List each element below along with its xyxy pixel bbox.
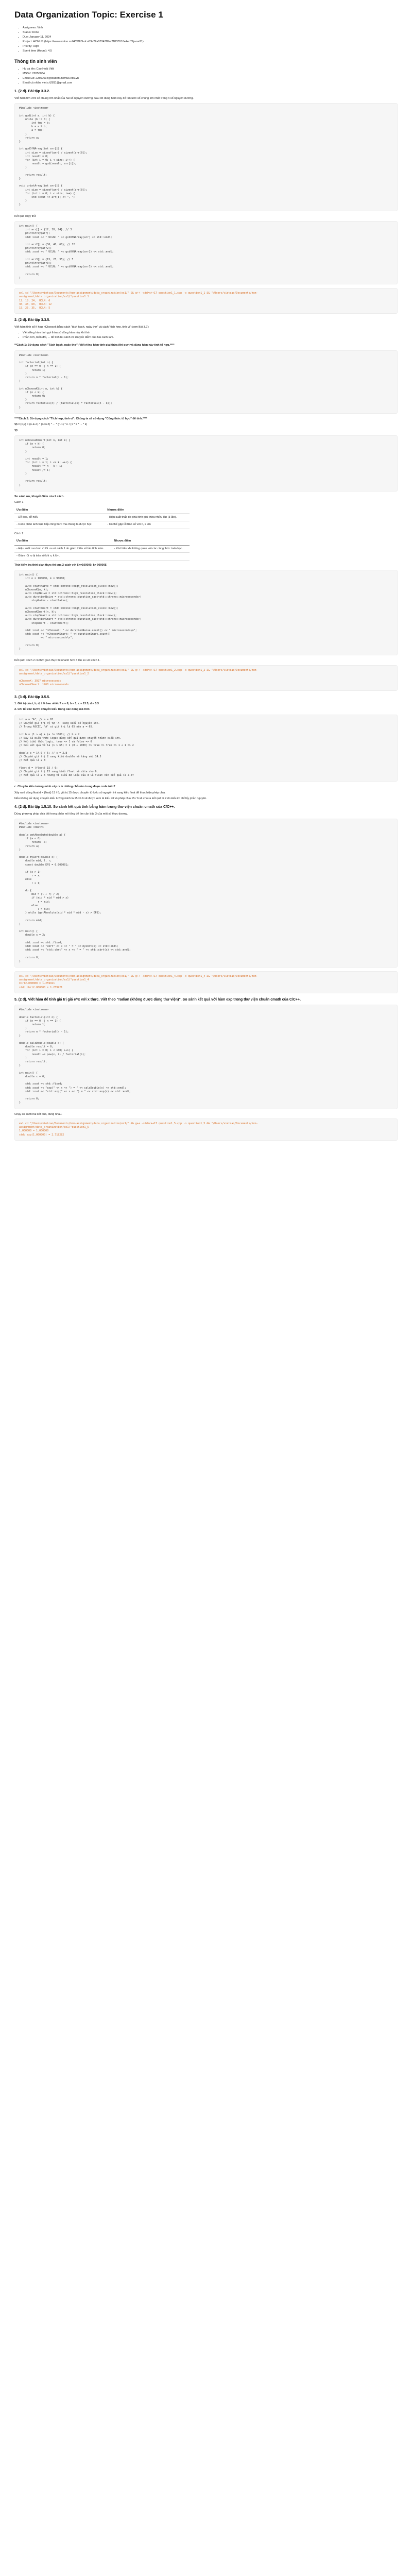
method-2-label: Cách 2 (14, 532, 24, 535)
comparison-table: Ưu điểm Nhược điểm - Hiệu suất cao hơn v… (14, 538, 190, 561)
student-item: Họ và tên: Cao Hoài Việt (23, 67, 398, 71)
code-block: #include <iostream> #include <cmath> dou… (14, 819, 398, 968)
bullet-item: Viết riêng hàm tính gọi thừa số dùng hàm… (23, 331, 398, 335)
section-2-bullets: Viết riêng hàm tính gọi thừa số dùng hàm… (14, 331, 398, 340)
compare-title: So sánh ưu, khuyết điểm của 2 cách. (14, 495, 64, 498)
table-cell: - Hiệu suất cao hơn vì tối ưu và cách 1 … (14, 545, 112, 553)
document: Data Organization Topic: Exercise 1 Assi… (0, 0, 412, 1153)
meta-item: Priority: High (23, 45, 398, 48)
terminal-output: ex1 cd "/Users/vietcao/Documents/hcm-ass… (14, 665, 398, 691)
student-item: Email Ed: 22850034@student.hcmus.edu.vn (23, 77, 398, 80)
student-list: Họ và tên: Cao Hoài Việt MSSV: 22850034 … (14, 67, 398, 85)
section-2-heading: 2. (2 đ). Bài tập 3.3.5. (14, 318, 50, 323)
table-cell: - Có thể gặp lỗi tràn số với n, k lớn (105, 521, 190, 529)
section-1-intro: Viết hàm tìm ước số chung lớn nhất của h… (14, 96, 194, 100)
table-row: - Giảm rủi ro bị tràn số khi n, k lớn. (14, 552, 190, 561)
code-block: int a = "A"; // a = 65 // Chuyển giá trị… (14, 714, 398, 782)
meta-list: Assignees: Vinh Status: Done Due: Januar… (14, 26, 398, 53)
result-note: Kết quả: Cách 2 có thời gian thực thi nh… (14, 659, 100, 663)
question-item: 2. Chỉ tất các bước chuyển kiểu trong cá… (14, 708, 90, 711)
terminal-output: ex1 cd "/Users/vietcao/Documents/hcm-ass… (14, 1118, 398, 1141)
table-cell: - Giảm rủi ro bị tràn số khi n, k lớn. (14, 552, 112, 561)
comparison-table: Ưu điểm Nhược điểm - Dễ đọc, dễ hiểu - H… (14, 506, 190, 529)
formula-end: $$ (14, 429, 18, 432)
table-row: - Dễ đọc, dễ hiểu - Hiệu suất thấp do ph… (14, 514, 190, 522)
question-item: 1. Giá trị của i, b, d, f là bao nhiêu? … (14, 702, 99, 706)
question-item: c. Chuyển kiểu tường minh xảy ra ở những… (14, 785, 115, 789)
result-label: Kết quả chạy thử (14, 214, 36, 218)
terminal-output: ex1 cd "/Users/vietcao/Documents/hcm-ass… (14, 288, 398, 314)
table-header: Nhược điểm (105, 506, 190, 514)
result-note: Chạy so sánh hai kết quả, dùng nhau. (14, 1112, 62, 1116)
page-title: Data Organization Topic: Exercise 1 (14, 10, 163, 20)
meta-item[interactable]: Project: HCMUS (https://www.notion.so/HC… (23, 40, 398, 44)
table-cell (112, 552, 190, 561)
section-2-intro: Viết hàm tính số fi hợp nChoosek bằng cá… (14, 325, 149, 329)
code-block: #include <iostream> int gcd(int a, int b… (14, 103, 398, 211)
section-4-heading: 4. (2 đ). Bài tập 1.5.10. So sánh kết qu… (14, 805, 175, 809)
table-cell: - Khó hiểu khi không quen với các công t… (112, 545, 190, 553)
table-cell: - Dễ đọc, dễ hiểu (14, 514, 106, 522)
student-heading: Thông tin sinh viên (14, 58, 57, 64)
student-item: Email cá nhân: viet.ch2811@gmail.com (23, 81, 398, 85)
code-block: #include <iostream> int factorial(int n)… (14, 350, 398, 414)
bullet-item: Phần tích, biến đổi, ... để tính bù sánh… (23, 336, 398, 340)
table-row: - Code phản ánh trực tiếp công thức mà c… (14, 521, 190, 529)
table-row: - Hiệu suất cao hơn vì tối ưu và cách 1 … (14, 545, 190, 553)
answer-text: Xảy ra ở dòng float d = (float) 15 / 6; … (14, 791, 166, 794)
code-block: int main() { int n = 100000, k = 90000; … (14, 569, 398, 656)
meta-item: Spent time (Hours): 4.5 (23, 49, 398, 53)
method-1-label: Cách 1 (14, 501, 24, 504)
meta-item: Due: January 11, 2024 (23, 36, 398, 39)
table-header: Nhược điểm (112, 538, 190, 546)
test-title: Thử kiểm tra thời gian thực thi của 2 cá… (14, 563, 107, 567)
section-5-heading: 5. (2 đ). Viết hàm để tính giá trị giá e… (14, 997, 301, 1002)
answer-text: Nếu không sử dụng chuyển kiểu tường minh… (14, 797, 207, 800)
code-block: int nChooseKSmart(int n, int k) { if (n … (14, 435, 398, 492)
code-block: int main() { int arr[] = {12, 18, 24}; /… (14, 221, 398, 285)
table-header: Ưu điểm (14, 506, 106, 514)
table-cell: - Hiệu suất thấp do phải tính giai thừa … (105, 514, 190, 522)
section-4-intro: Dùng phương pháp chia đôi trong phần mô … (14, 812, 128, 816)
code-block: #include <iostream> double factorial(int… (14, 1005, 398, 1109)
table-header: Ưu điểm (14, 538, 112, 546)
section-1-heading: 1. (2 đ). Bài tập 3.3.2. (14, 90, 50, 94)
method-1-title: **Cách 1: Sử dụng cách "Tách bạch, ngây … (14, 344, 175, 347)
meta-item: Status: Done (23, 31, 398, 35)
meta-item: Assignees: Vinh (23, 26, 398, 30)
student-item: MSSV: 22850034 (23, 72, 398, 76)
method-2-title: ****Cách 2: Sử dụng cách "Tích hợp, tinh… (14, 417, 147, 420)
terminal-output: ex1 cd "/Users/vietcao/Documents/hcm-ass… (14, 971, 398, 993)
formula: $$ C(n,k) = (n-k+1) * (n-k+2) * ... * (n… (14, 423, 88, 427)
table-cell: - Code phản ánh trực tiếp công thức mà c… (14, 521, 106, 529)
section-3-heading: 3. (3 đ). Bài tập 3.5.5. (14, 695, 50, 699)
